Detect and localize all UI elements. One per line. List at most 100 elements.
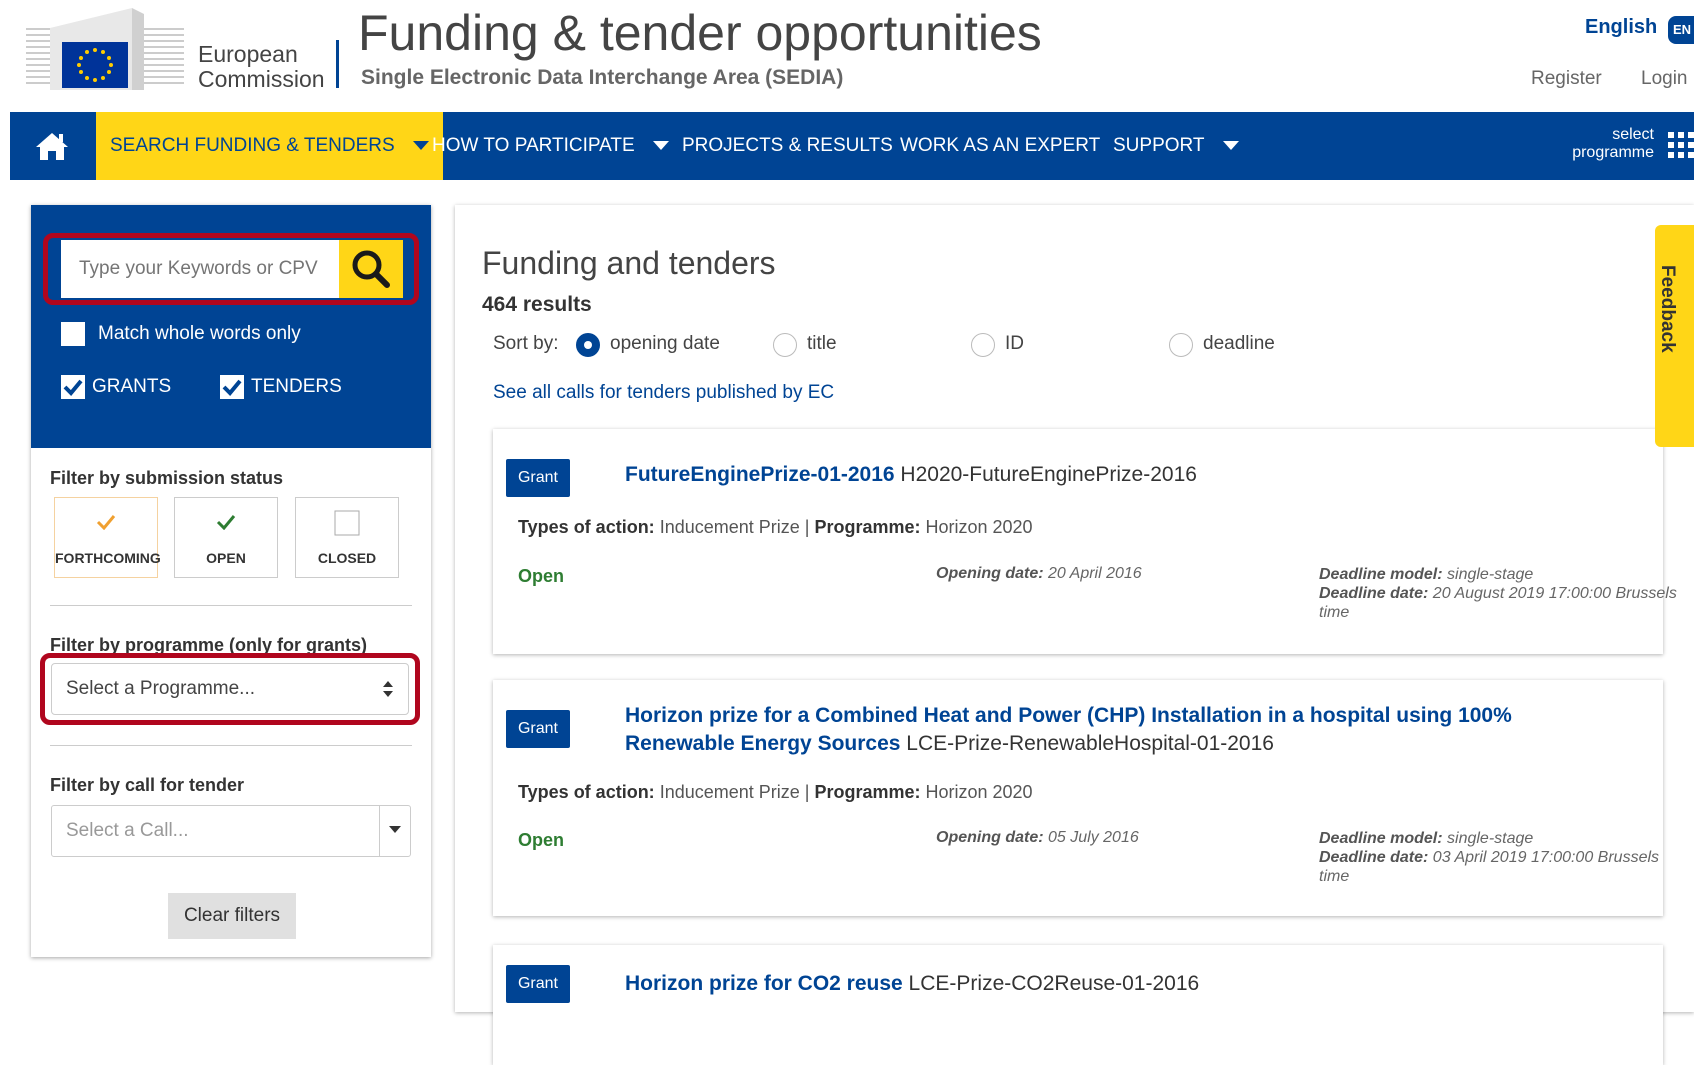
checkmark-icon [55,510,157,536]
tenders-checkbox[interactable] [220,375,244,399]
filter-call-title: Filter by call for tender [50,775,245,795]
result-card[interactable]: Grant Horizon prize for CO2 reuse LCE-Pr… [493,945,1663,1065]
login-link[interactable]: Login [1641,68,1688,90]
deadline-model-label: Deadline model: [1319,830,1443,847]
nav-support[interactable]: SUPPORT [1113,112,1239,180]
home-icon[interactable] [34,131,70,161]
sort-id-radio[interactable] [971,333,995,357]
opening-date-value: 05 July 2016 [1043,829,1139,846]
status-forthcoming[interactable]: FORTHCOMING [54,497,161,578]
opening-date-value: 20 April 2016 [1043,565,1142,582]
search-button[interactable] [339,240,403,298]
nav-item-label: WORK AS AN EXPERT [900,135,1101,156]
status-open[interactable]: OPEN [174,497,278,578]
programme-select-value: Select a Programme... [66,678,256,699]
card-types: Types of action: Inducement Prize | Prog… [518,782,1033,803]
results-panel: Funding and tenders 464 results Sort by:… [455,205,1694,1065]
main-nav: SEARCH FUNDING & TENDERS HOW TO PARTICIP… [10,112,1694,180]
result-card[interactable]: Grant Horizon prize for a Combined Heat … [493,680,1663,916]
search-input[interactable] [61,240,341,298]
type-badge: Grant [506,965,570,1003]
sort-option-label[interactable]: title [807,333,837,355]
types-value: Inducement Prize | [654,782,815,802]
deadline-info: Deadline model: single-stage Deadline da… [1319,829,1679,886]
card-id: LCE-Prize-CO2Reuse-01-2016 [902,972,1200,995]
sort-title-radio[interactable] [773,333,797,357]
chevron-down-icon [1222,141,1239,151]
chevron-down-icon [389,826,401,833]
nav-item-label: SEARCH FUNDING & TENDERS [110,135,395,156]
feedback-tab[interactable]: Feedback [1655,225,1694,447]
types-label: Types of action: [518,782,655,802]
sort-deadline-radio[interactable] [1169,333,1193,357]
site-header: European Commission Funding & tender opp… [0,0,1694,112]
opening-date: Opening date: 20 April 2016 [936,565,1142,583]
grid-icon[interactable] [1668,132,1694,158]
status-closed[interactable]: CLOSED [295,497,399,578]
sort-option-label[interactable]: deadline [1203,333,1275,355]
sort-by-label: Sort by: [493,333,559,354]
nav-how-to-participate[interactable]: HOW TO PARTICIPATE [432,112,669,180]
language-selector[interactable]: English [1585,16,1657,39]
call-select-value: Select a Call... [66,820,189,841]
grants-label: GRANTS [92,376,172,397]
checkmark-icon [222,379,242,396]
programme-label: Programme: [814,517,921,537]
card-title-link[interactable]: Horizon prize for CO2 reuse [625,972,903,995]
divider [50,745,412,746]
sort-opening-date-radio[interactable] [576,333,600,357]
nav-projects-results[interactable]: PROJECTS & RESULTS [682,112,893,180]
status-text: Open [518,566,565,586]
empty-checkbox-icon [296,510,398,542]
programme-select[interactable]: Select a Programme... [51,663,409,715]
nav-item-label: SUPPORT [1113,135,1205,156]
programme-label: Programme: [814,782,921,802]
match-whole-words-checkbox[interactable] [61,322,85,346]
card-title[interactable]: FutureEnginePrize-01-2016 H2020-FutureEn… [625,461,1525,489]
card-types: Types of action: Inducement Prize | Prog… [518,517,1033,538]
grants-checkbox[interactable] [61,375,85,399]
results-count: 464 results [482,293,592,316]
deadline-model-label: Deadline model: [1319,566,1443,583]
programme-value: Horizon 2020 [920,782,1033,802]
chevron-down-icon [412,141,429,151]
sort-arrows-icon [382,664,394,734]
language-code-badge[interactable]: EN [1668,16,1694,44]
site-title: Funding & tender opportunities [358,5,1042,61]
status-label: FORTHCOMING [55,550,161,566]
deadline-date-label: Deadline date: [1319,849,1429,866]
card-title[interactable]: Horizon prize for a Combined Heat and Po… [625,702,1525,758]
org-name: European Commission [198,41,325,92]
card-id: H2020-FutureEnginePrize-2016 [894,463,1197,486]
sort-option-label[interactable]: ID [1005,333,1024,355]
chevron-down-icon [652,141,669,151]
divider [50,605,412,606]
match-whole-words-label: Match whole words only [98,323,301,344]
opening-date-label: Opening date: [936,565,1044,582]
result-card[interactable]: Grant FutureEnginePrize-01-2016 H2020-Fu… [493,429,1677,654]
page-title: Funding and tenders [482,245,776,281]
title-divider [336,40,339,88]
card-title-link[interactable]: FutureEnginePrize-01-2016 [625,463,895,486]
deadline-date-label: Deadline date: [1319,585,1429,602]
checkmark-icon [63,379,83,396]
type-badge: Grant [506,459,570,497]
sort-option-label[interactable]: opening date [610,333,720,355]
status-text: Open [518,830,565,850]
opening-date: Opening date: 05 July 2016 [936,829,1139,847]
card-title[interactable]: Horizon prize for CO2 reuse LCE-Prize-CO… [625,970,1525,998]
deadline-model-value: single-stage [1442,830,1534,847]
filter-sidebar: Match whole words only GRANTS TENDERS Fi… [31,205,431,957]
site-subtitle: Single Electronic Data Interchange Area … [361,66,844,89]
nav-work-as-expert[interactable]: WORK AS AN EXPERT [900,112,1100,180]
tenders-label: TENDERS [251,376,342,397]
clear-filters-button[interactable]: Clear filters [168,893,296,939]
nav-search-funding-tenders[interactable]: SEARCH FUNDING & TENDERS [96,112,443,180]
register-link[interactable]: Register [1531,68,1602,90]
nav-item-label: PROJECTS & RESULTS [682,135,893,156]
select-programme-link[interactable]: select programme [1558,126,1654,162]
call-select[interactable]: Select a Call... [51,805,411,857]
see-all-calls-link[interactable]: See all calls for tenders published by E… [493,382,834,404]
european-commission-logo[interactable] [26,8,194,90]
select-separator [379,806,380,856]
